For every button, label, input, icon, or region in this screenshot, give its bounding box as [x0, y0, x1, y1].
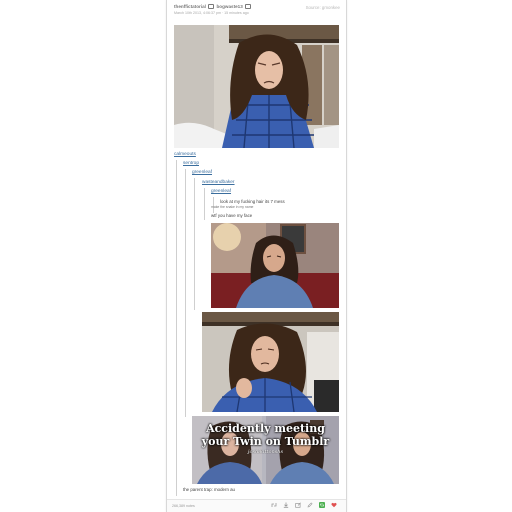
- thread-user-1[interactable]: calmeouts: [174, 152, 196, 157]
- post-timestamp: March 10th 2013, 4:06:37 pm · 15 minutes…: [174, 11, 249, 15]
- thread-reply-text: wtf you have my face: [211, 213, 253, 218]
- gif-caption-line-1: Accidently meeting: [206, 422, 325, 435]
- note-count[interactable]: 266,389 notes: [172, 504, 195, 508]
- photo-girl-pointing-image: [202, 312, 339, 412]
- thread-user-5[interactable]: greenleaf: [211, 189, 231, 194]
- thread-indent-line-2: [185, 169, 186, 417]
- source-link[interactable]: Source: gmonkee: [306, 5, 340, 10]
- thread-indent-line-1: [176, 160, 177, 496]
- thread-user-2[interactable]: sentrop: [183, 161, 199, 166]
- photo-girl-hoodie[interactable]: [211, 223, 339, 308]
- thread-post-subtext: make the snake in my name: [211, 205, 254, 209]
- thread-indent-line-4: [204, 188, 205, 220]
- post-header-user[interactable]: thenffictatorial bogwaste13: [174, 4, 252, 10]
- photo-girl-on-bed[interactable]: [174, 25, 339, 148]
- heart-icon[interactable]: [331, 502, 337, 508]
- thread-post-text: look at my fucking hair its 7 mess: [220, 199, 285, 204]
- retweet-icon[interactable]: [319, 502, 325, 508]
- photo-girl-pointing[interactable]: [202, 312, 339, 412]
- share-icon[interactable]: [295, 502, 301, 508]
- reblog-icon[interactable]: [271, 502, 277, 508]
- gif-caption-line-2: your Twin on Tumblr: [201, 435, 330, 448]
- gif-twin-on-tumblr[interactable]: Accidently meeting your Twin on Tumblr j…: [192, 416, 339, 484]
- thread-user-3[interactable]: greenleaf: [192, 170, 212, 175]
- edit-icon[interactable]: [307, 502, 313, 508]
- reblogged-from-user[interactable]: bogwaste13: [216, 4, 242, 9]
- thread-indent-line-3: [194, 178, 195, 310]
- info-icon: [245, 4, 252, 10]
- reblog-icon: [208, 4, 215, 10]
- post-tag-line: the parent trap: modern au: [183, 487, 235, 492]
- thread-user-4[interactable]: wasteandbaker: [202, 180, 235, 185]
- photo-girl-hoodie-image: [211, 223, 339, 308]
- download-icon[interactable]: [283, 502, 289, 508]
- username[interactable]: thenffictatorial: [174, 4, 206, 9]
- gif-watermark: joshikittonshs: [247, 449, 284, 455]
- photo-girl-on-bed-image: [174, 25, 339, 148]
- tumblr-post: thenffictatorial bogwaste13 March 10th 2…: [166, 0, 347, 512]
- post-footer: 266,389 notes: [167, 499, 346, 512]
